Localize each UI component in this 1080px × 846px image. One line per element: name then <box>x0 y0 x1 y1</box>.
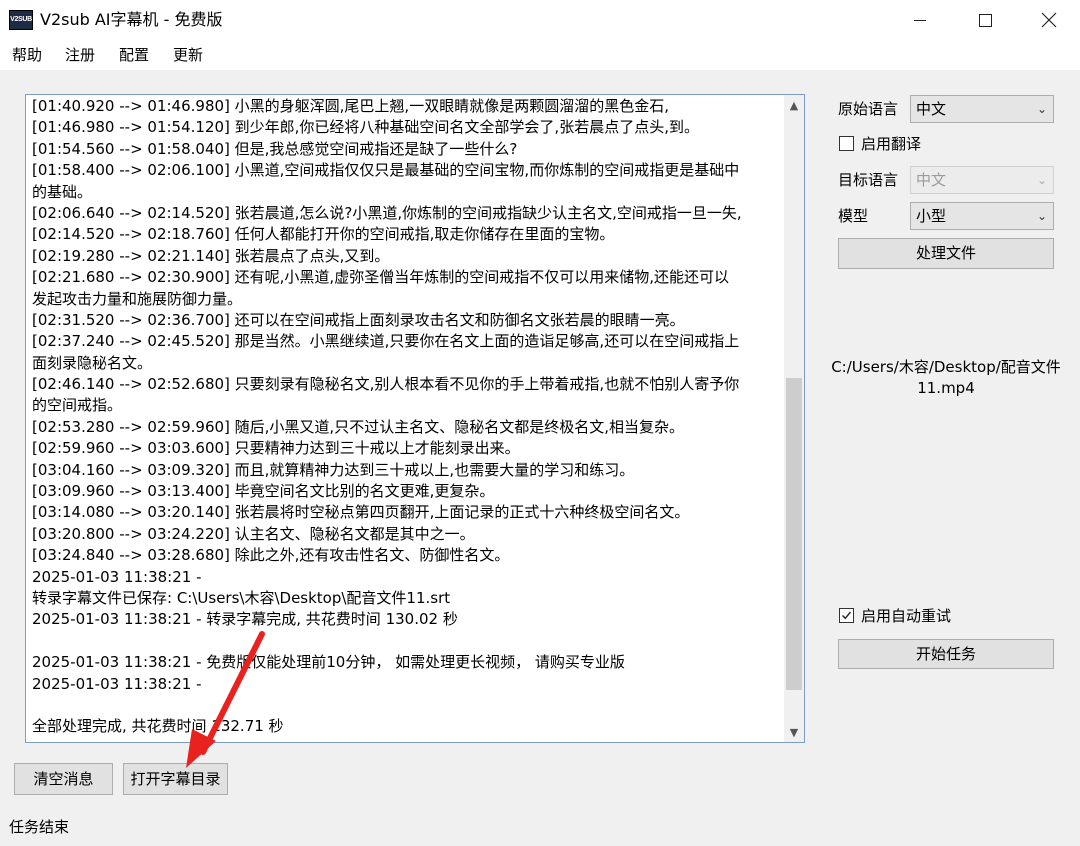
log-line: [03:14.080 --> 03:20.140] 张若晨将时空秘点第四页翻开,… <box>32 503 690 522</box>
log-line: [01:58.400 --> 02:06.100] 小黑道,空间戒指仅仅只是最基… <box>32 161 740 180</box>
menu-config[interactable]: 配置 <box>119 45 149 65</box>
status-text: 任务结束 <box>9 818 70 836</box>
log-line: [02:46.140 --> 02:52.680] 只要刻录有隐秘名文,别人根本… <box>32 375 740 394</box>
log-line: [03:04.160 --> 03:09.320] 而且,就算精神力达到三十戒以… <box>32 460 635 479</box>
log-line: 2025-01-03 11:38:21 - <box>32 674 202 693</box>
log-line: [02:37.240 --> 02:45.520] 那是当然。小黑继续道,只要你… <box>32 332 740 351</box>
minimize-icon <box>914 19 926 21</box>
selected-file-path: C:/Users/木容/Desktop/配音文件11.mp4 <box>831 358 1061 397</box>
log-line: 转录字幕文件已保存: C:\Users\木容\Desktop\配音文件11.sr… <box>32 588 451 607</box>
window-title: V2sub AI字幕机 - 免费版 <box>40 10 223 29</box>
menu-register[interactable]: 注册 <box>65 45 95 65</box>
menu-bar: 帮助 注册 配置 更新 <box>0 40 1080 70</box>
log-line: 的空间戒指。 <box>32 396 123 415</box>
log-line: [02:31.520 --> 02:36.700] 还可以在空间戒指上面刻录攻击… <box>32 310 685 329</box>
target-language-select: 中文 ⌄ <box>910 166 1054 194</box>
scroll-thumb[interactable] <box>786 378 802 690</box>
app-logo: V2SUB <box>9 10 33 30</box>
log-line: [02:19.280 --> 02:21.140] 张若晨点了点头,又到。 <box>32 246 390 265</box>
log-line: [01:46.980 --> 01:54.120] 到少年郎,你已经将八种基础空… <box>32 118 699 137</box>
auto-retry-checkbox[interactable] <box>839 608 854 623</box>
source-language-select[interactable]: 中文 ⌄ <box>910 95 1054 123</box>
log-line: [01:40.920 --> 01:46.980] 小黑的身躯浑圆,尾巴上翘,一… <box>32 97 669 115</box>
chevron-down-icon: ⌄ <box>1036 102 1047 116</box>
log-output[interactable]: [01:40.920 --> 01:46.980] 小黑的身躯浑圆,尾巴上翘,一… <box>25 94 805 743</box>
scroll-up-icon[interactable]: ▲ <box>784 95 804 115</box>
process-file-button[interactable]: 处理文件 <box>838 238 1054 269</box>
checkmark-icon <box>842 611 852 620</box>
log-line: 面刻录隐秘名文。 <box>32 353 153 372</box>
log-text: [01:40.920 --> 01:46.980] 小黑的身躯浑圆,尾巴上翘,一… <box>32 96 782 741</box>
chevron-down-icon: ⌄ <box>1036 173 1047 187</box>
log-line: 的基础。 <box>32 182 93 201</box>
source-language-value: 中文 <box>916 100 947 118</box>
chevron-down-icon: ⌄ <box>1036 209 1047 223</box>
log-line: 2025-01-03 11:38:21 - 转录字幕完成, 共花费时间 130.… <box>32 610 458 629</box>
minimize-button[interactable] <box>890 0 950 40</box>
start-task-button[interactable]: 开始任务 <box>838 639 1054 669</box>
log-line: [02:59.960 --> 03:03.600] 只要精神力达到三十戒以上才能… <box>32 439 520 458</box>
source-language-label: 原始语言 <box>838 100 899 118</box>
scroll-down-icon[interactable]: ▼ <box>784 722 804 742</box>
model-value: 小型 <box>916 207 947 225</box>
clear-messages-button[interactable]: 清空消息 <box>14 763 113 795</box>
title-bar: V2SUB V2sub AI字幕机 - 免费版 <box>0 0 1080 40</box>
log-line: [01:54.560 --> 01:58.040] 但是,我总感觉空间戒指还是缺… <box>32 139 518 158</box>
enable-translation-label[interactable]: 启用翻译 <box>861 134 921 154</box>
log-line: 发起攻击力量和施展防御力量。 <box>32 289 243 308</box>
log-line: [02:06.640 --> 02:14.520] 张若晨道,怎么说?小黑道,你… <box>32 203 742 222</box>
log-line: [03:24.840 --> 03:28.680] 除此之外,还有攻击性名文、防… <box>32 546 510 565</box>
log-line: [03:20.800 --> 03:24.220] 认主名文、隐秘名文都是其中之… <box>32 524 475 543</box>
close-icon <box>1041 12 1057 28</box>
log-line: [02:14.520 --> 02:18.760] 任何人都能打开你的空间戒指,… <box>32 225 615 244</box>
log-line: [03:09.960 --> 03:13.400] 毕竟空间名文比别的名文更难,… <box>32 482 495 501</box>
log-line: [02:53.280 --> 02:59.960] 随后,小黑又道,只不过认主名… <box>32 417 684 436</box>
maximize-button[interactable] <box>955 0 1015 40</box>
auto-retry-label[interactable]: 启用自动重试 <box>861 606 951 626</box>
menu-help[interactable]: 帮助 <box>12 45 42 65</box>
target-language-value: 中文 <box>916 171 947 189</box>
log-scrollbar[interactable]: ▲ ▼ <box>784 95 804 742</box>
log-line: 2025-01-03 11:38:21 - <box>32 567 202 586</box>
open-subtitle-dir-button[interactable]: 打开字幕目录 <box>123 763 228 795</box>
close-button[interactable] <box>1019 0 1079 40</box>
log-line: [02:21.680 --> 02:30.900] 还有呢,小黑道,虚弥圣僧当年… <box>32 268 729 287</box>
model-select[interactable]: 小型 ⌄ <box>910 202 1054 230</box>
log-line: 2025-01-03 11:38:21 - 免费版仅能处理前10分钟， 如需处理… <box>32 653 625 672</box>
target-language-label: 目标语言 <box>838 171 899 189</box>
enable-translation-checkbox[interactable] <box>839 136 854 151</box>
menu-update[interactable]: 更新 <box>173 45 203 65</box>
log-line: 全部处理完成, 共花费时间 132.71 秒 <box>32 717 284 736</box>
model-label: 模型 <box>838 207 869 225</box>
maximize-icon <box>978 13 992 27</box>
